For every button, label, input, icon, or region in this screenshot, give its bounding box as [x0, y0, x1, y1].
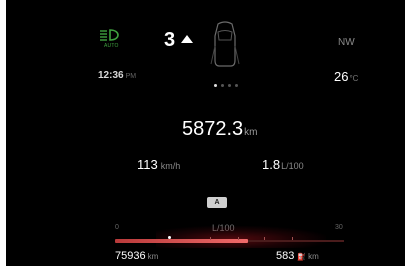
fuel-range-unit: km	[308, 252, 319, 261]
total-odometer-unit: km	[147, 252, 159, 261]
average-consumption-value: 1.8	[262, 157, 281, 172]
car-top-view-icon	[210, 21, 240, 67]
average-speed: 113 km/h	[137, 157, 180, 172]
trip-mode-label: A	[214, 199, 220, 206]
temperature-value: 26	[334, 69, 349, 84]
instrument-cluster-screen: AUTO 3 NW 12:36 PM 26°C 5872.3km 113 km/h …	[6, 0, 405, 266]
average-consumption-unit: L/100	[281, 161, 304, 171]
fuel-range-value: 583	[276, 250, 295, 262]
clock-time: 12:36	[98, 70, 124, 81]
page-indicator	[214, 74, 242, 92]
consumption-bar-glow	[156, 226, 326, 248]
consumption-bar-marker	[168, 236, 171, 239]
average-speed-unit: km/h	[160, 161, 181, 171]
auto-headlight-indicator: AUTO	[98, 28, 126, 50]
compass-heading: NW	[338, 37, 355, 48]
consumption-bar-fill	[115, 239, 248, 243]
trip-distance-value: 5872.3	[182, 118, 244, 140]
average-consumption: 1.8L/100	[262, 157, 304, 172]
total-odometer: 75936 km	[115, 250, 158, 262]
total-odometer-value: 75936	[115, 250, 146, 262]
clock-ampm: PM	[125, 73, 137, 80]
gear-indicator: 3	[164, 29, 176, 51]
consumption-bar-tick	[210, 237, 211, 240]
consumption-bar-tick	[238, 237, 239, 240]
average-speed-value: 113	[137, 157, 158, 172]
outside-temperature: 26°C	[334, 69, 358, 84]
temperature-unit: °C	[349, 74, 359, 83]
consumption-bar-tick	[292, 237, 293, 240]
fuel-pump-icon: ⛽	[297, 254, 307, 261]
consumption-bar-tick	[264, 237, 265, 240]
page-dot	[235, 84, 238, 87]
shift-up-arrow-icon	[181, 35, 193, 43]
consumption-scale-min: 0	[115, 224, 119, 231]
clock: 12:36 PM	[98, 70, 136, 81]
auto-headlight-icon	[100, 29, 119, 41]
trip-distance-unit: km	[244, 127, 258, 138]
fuel-range: 583 ⛽ km	[276, 250, 319, 262]
page-dot	[214, 84, 217, 87]
trip-mode-badge: A	[207, 197, 227, 208]
page-dot	[221, 84, 224, 87]
trip-distance: 5872.3km	[182, 118, 258, 141]
page-dot	[228, 84, 231, 87]
auto-label: AUTO	[104, 43, 119, 49]
consumption-scale-max: 30	[335, 224, 343, 231]
